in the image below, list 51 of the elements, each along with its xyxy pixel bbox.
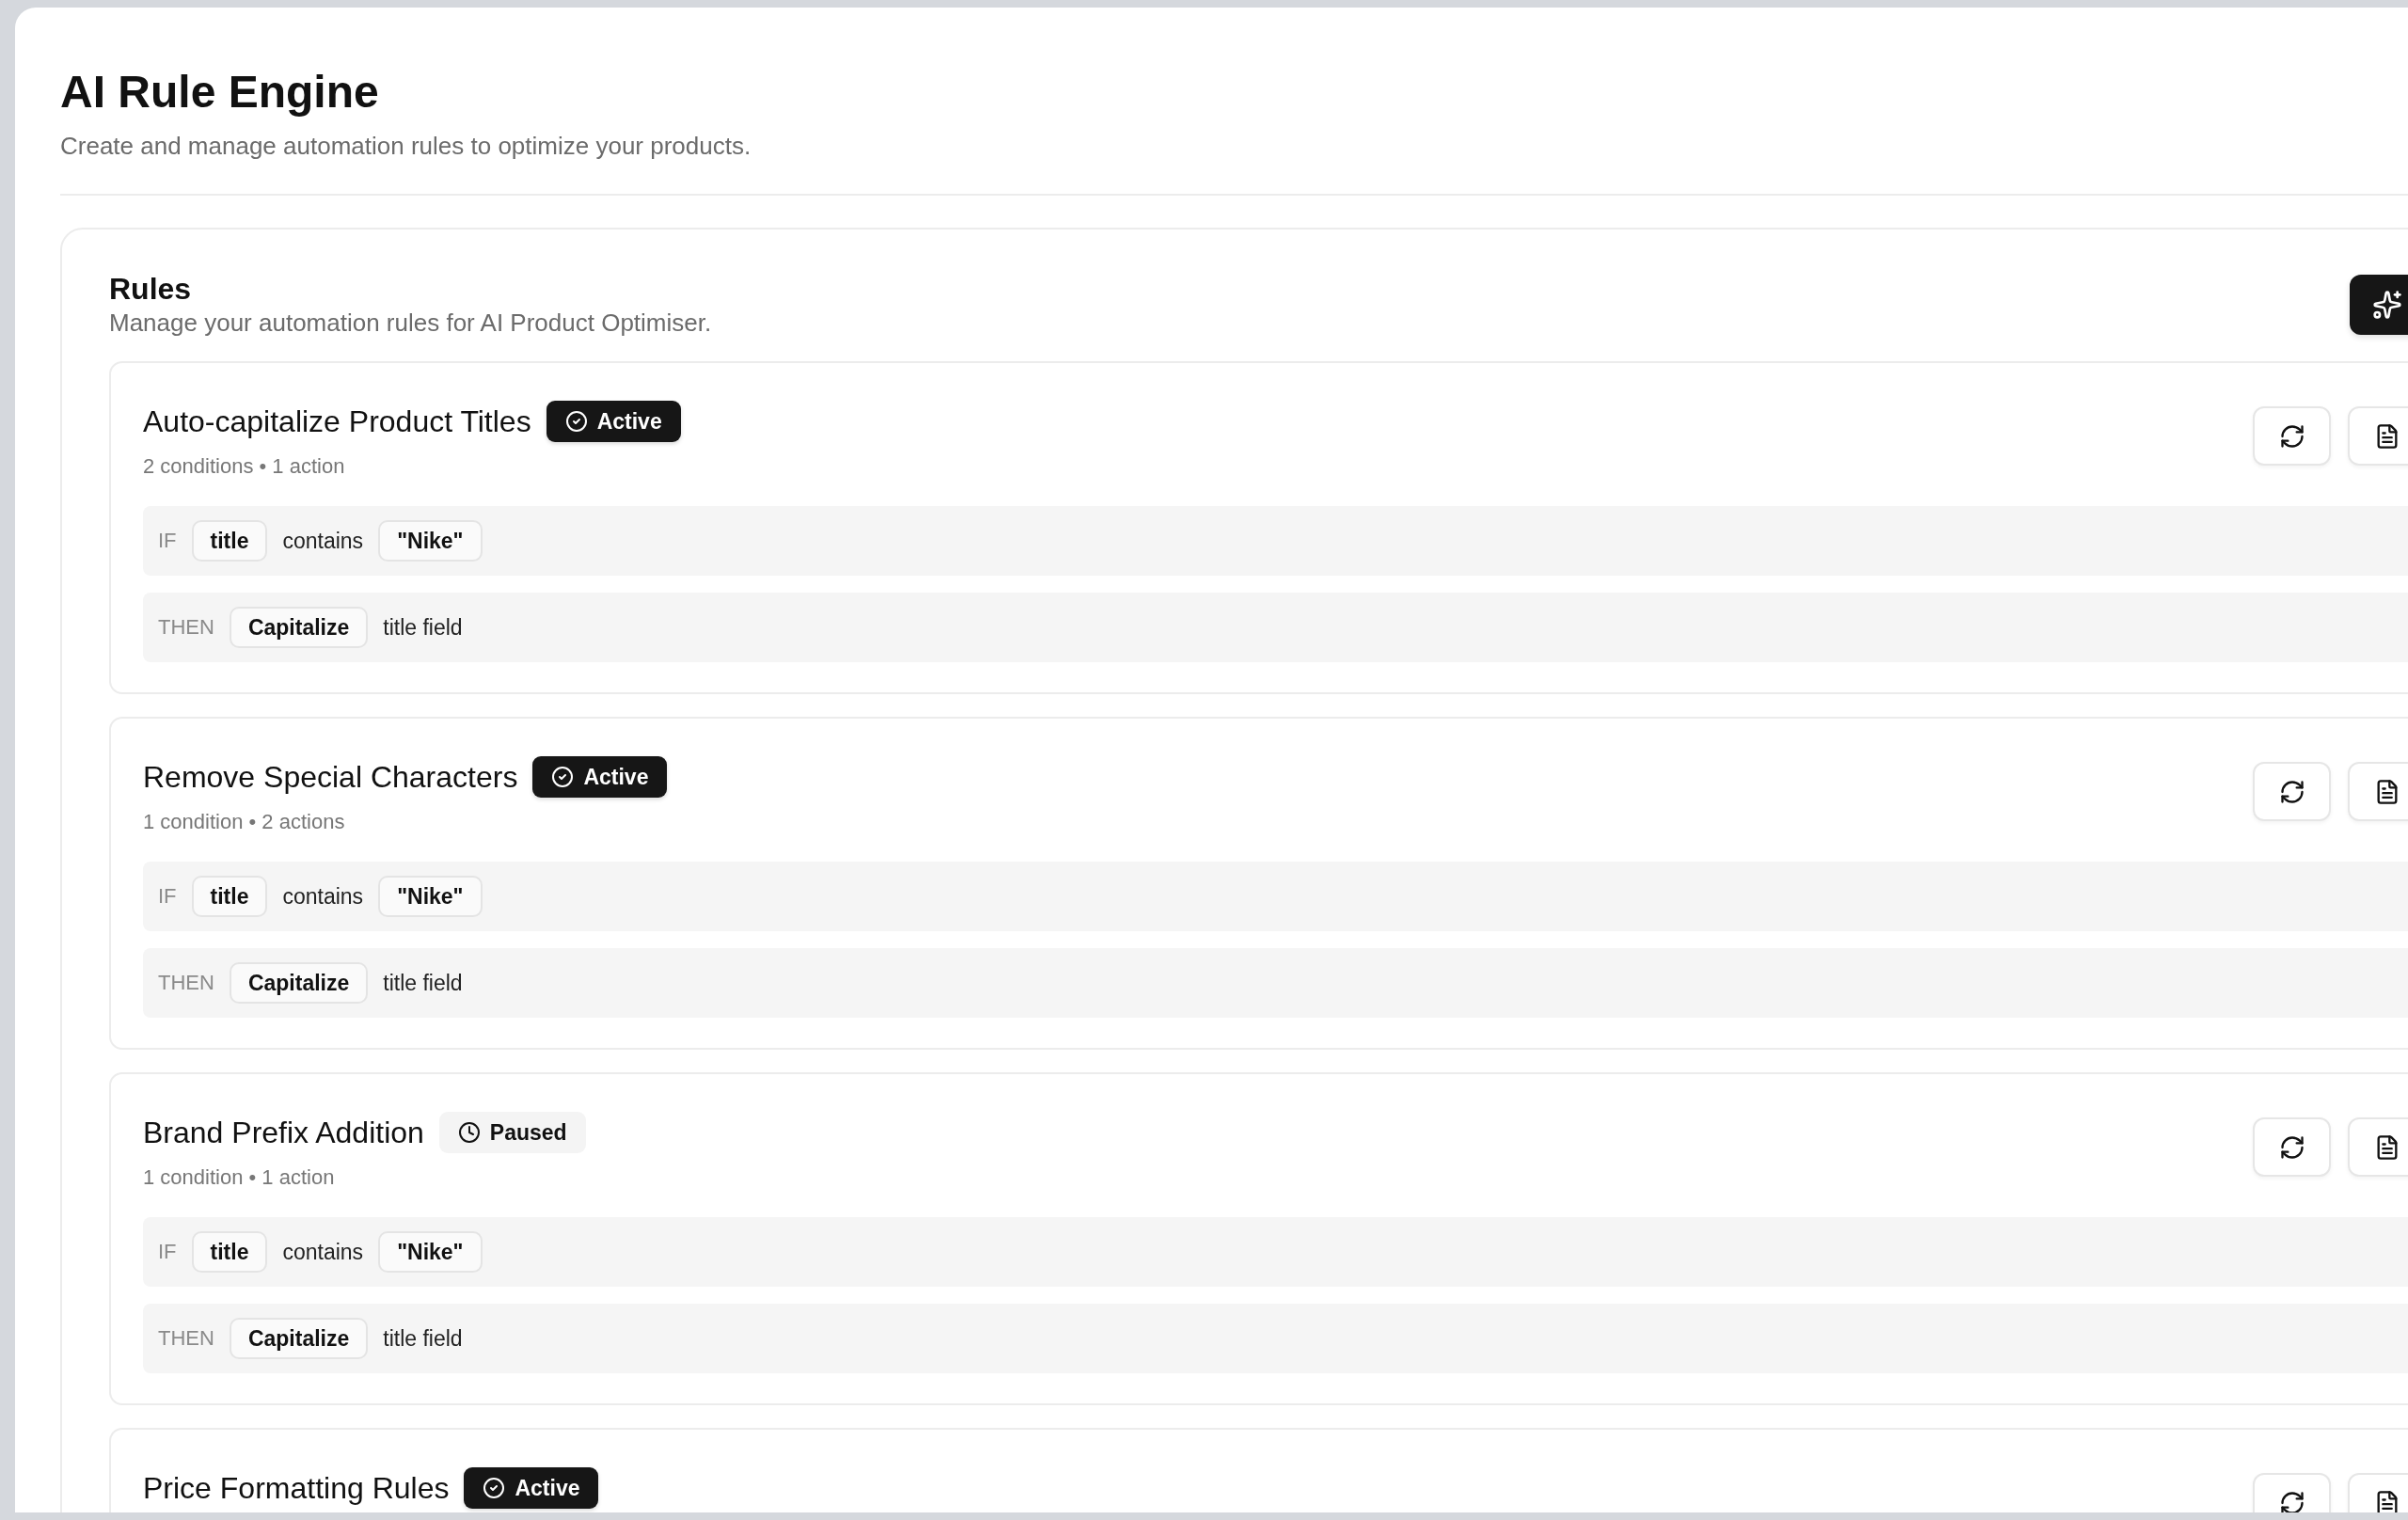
field-chip: title (191, 520, 268, 562)
check-circle-icon (551, 766, 575, 788)
target-text: title field (383, 614, 463, 641)
field-chip: title (191, 876, 268, 917)
status-badge: Active (546, 401, 681, 442)
field-chip: title (191, 1231, 268, 1273)
status-badge: Active (532, 756, 668, 798)
document-button[interactable] (2348, 406, 2408, 466)
rule-name: Brand Prefix Addition (143, 1115, 424, 1151)
operator-text: contains (282, 1239, 364, 1265)
rule-summary: 1 condition • 2 actions (143, 809, 346, 835)
rule-summary: 2 conditions • 1 action (143, 453, 346, 480)
refresh-button[interactable] (2253, 1117, 2331, 1177)
then-keyword: THEN (158, 971, 214, 995)
page-title: AI Rule Engine (60, 66, 380, 119)
if-keyword: IF (158, 1240, 177, 1264)
rule-name: Remove Special Characters (143, 759, 518, 796)
then-keyword: THEN (158, 1326, 214, 1351)
clock-icon (457, 1121, 481, 1144)
value-chip: "Nike" (378, 520, 483, 562)
rules-title: Rules (109, 271, 193, 307)
document-button[interactable] (2348, 1117, 2408, 1177)
value-chip: "Nike" (378, 876, 483, 917)
rule-name: Auto-capitalize Product Titles (143, 404, 531, 440)
check-circle-icon (564, 410, 588, 433)
rules-subtitle: Manage your automation rules for AI Product Optimiser. (109, 308, 712, 339)
rule-name: Price Formatting Rules (143, 1470, 450, 1507)
status-badge: Paused (438, 1112, 586, 1153)
then-keyword: THEN (158, 615, 214, 640)
action-chip: Capitalize (229, 1318, 369, 1359)
refresh-button[interactable] (2253, 762, 2331, 821)
refresh-button[interactable] (2253, 406, 2331, 466)
page-subtitle: Create and manage automation rules to optimize your products. (60, 131, 752, 162)
refresh-icon (2278, 422, 2305, 450)
status-badge: Active (464, 1467, 599, 1509)
refresh-icon (2278, 778, 2305, 805)
target-text: title field (383, 970, 463, 996)
target-text: title field (383, 1325, 463, 1352)
check-circle-icon (483, 1477, 506, 1499)
operator-text: contains (282, 883, 364, 910)
action-chip: Capitalize (229, 607, 369, 648)
rule-summary: 1 condition • 1 action (143, 1164, 336, 1191)
document-button[interactable] (2348, 762, 2408, 821)
if-keyword: IF (158, 884, 177, 909)
refresh-icon (2278, 1133, 2305, 1161)
operator-text: contains (282, 528, 364, 554)
if-keyword: IF (158, 529, 177, 553)
refresh-icon (2278, 1489, 2305, 1512)
value-chip: "Nike" (378, 1231, 483, 1273)
action-chip: Capitalize (229, 962, 369, 1004)
sparkles-icon (2372, 290, 2402, 320)
